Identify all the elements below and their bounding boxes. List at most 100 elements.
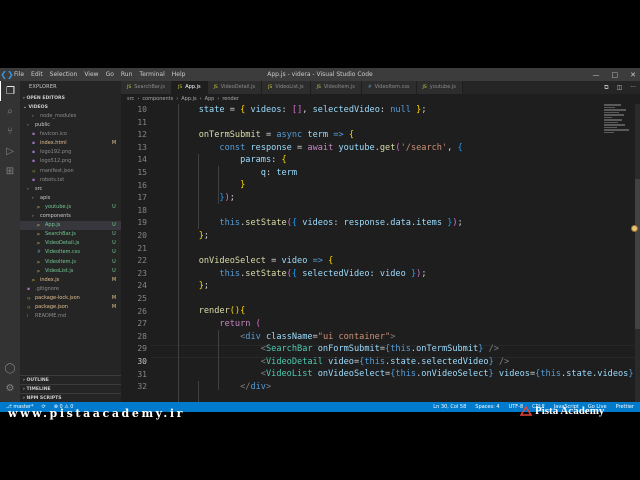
menu-run[interactable]: Run <box>121 71 133 78</box>
tree-item[interactable]: JS youtube.js U <box>20 203 121 212</box>
tab-videodetail-js[interactable]: JS VideoDetail.js <box>207 81 263 94</box>
split-editor-icon[interactable]: ◫ <box>617 84 623 91</box>
close-button[interactable]: ✕ <box>630 71 636 79</box>
tree-item[interactable]: {} package.json M <box>20 303 121 312</box>
tree-item[interactable]: JS App.js U <box>20 221 121 231</box>
menu-help[interactable]: Help <box>172 71 186 78</box>
editor-tabs: JS SearchBar.js JS App.js JS VideoDetail.js JS… <box>121 81 640 94</box>
settings-gear-icon[interactable]: ⚙ <box>0 378 20 398</box>
tree-item[interactable]: JS SearchBar.js U <box>20 230 121 239</box>
tab-youtube-js[interactable]: JS youtube.js <box>416 81 463 94</box>
source-control-icon[interactable]: ⑂ <box>0 121 20 141</box>
search-icon[interactable]: ⌕ <box>0 101 20 121</box>
code-line-17: }); <box>219 193 235 203</box>
status-item[interactable]: Prettier <box>616 404 634 410</box>
code-line-27: return ( <box>219 319 261 329</box>
git-status-badge <box>107 112 121 121</box>
tree-item[interactable]: ▪ favicon.ico <box>20 130 121 139</box>
status-item[interactable]: Spaces: 4 <box>475 404 499 410</box>
line-number: 23 <box>137 268 147 278</box>
line-number: 13 <box>137 142 147 152</box>
menu-selection[interactable]: Selection <box>50 71 78 78</box>
git-status-badge <box>107 185 121 194</box>
tree-item[interactable]: ▪ logo512.png <box>20 157 121 166</box>
tree-item-label: node_modules <box>40 113 77 119</box>
tree-item[interactable]: › apis <box>20 194 121 203</box>
tree-item[interactable]: ▪ logo192.png <box>20 148 121 157</box>
line-number: 32 <box>137 382 147 392</box>
tab-videoitem-css[interactable]: # VideoItem.css <box>361 81 417 94</box>
menu-file[interactable]: File <box>14 71 24 78</box>
npm-scripts-section[interactable]: › NPM SCRIPTS <box>20 393 121 402</box>
open-changes-icon[interactable]: ⧉ <box>604 84 608 92</box>
js-file-icon: JS <box>213 85 218 90</box>
json-file-icon: {} <box>27 295 31 300</box>
tree-item-label: index.html <box>40 140 67 147</box>
vertical-scrollbar[interactable] <box>635 104 640 402</box>
tab-videoitem-js[interactable]: JS VideoItem.js <box>310 81 362 94</box>
tab-videolist-js[interactable]: JS VideoList.js <box>262 81 311 94</box>
run-debug-icon[interactable]: ▷ <box>0 141 20 161</box>
json-file-icon: {} <box>27 304 31 309</box>
tree-item[interactable]: {} package-lock.json M <box>20 294 121 303</box>
tree-item[interactable]: # VideoItem.css U <box>20 248 121 257</box>
tree-item[interactable]: JS VideoItem.js U <box>20 258 121 267</box>
title-bar: ❮❯ File Edit Selection View Go Run Terminal Hel… <box>0 68 640 81</box>
tree-item[interactable]: JS index.js M <box>20 276 121 285</box>
extensions-icon[interactable]: ⊞ <box>0 161 20 181</box>
menu-terminal[interactable]: Terminal <box>139 71 164 78</box>
code-line-15: q: term <box>260 167 298 178</box>
tab-label: VideoDetail.js <box>220 84 256 90</box>
code-area[interactable]: state = { videos: [], selectedVideo: nul… <box>178 104 640 402</box>
tree-item[interactable]: › node_modules <box>20 112 121 121</box>
tree-item[interactable]: JS VideoList.js U <box>20 267 121 276</box>
code-line-14: params: { <box>240 155 287 166</box>
tab-app-js[interactable]: JS App.js <box>172 81 208 94</box>
menu-edit[interactable]: Edit <box>31 71 43 78</box>
line-number: 24 <box>137 281 147 291</box>
breadcrumb-item[interactable]: src <box>127 96 134 102</box>
tree-item[interactable]: ▪ .gitignore <box>20 285 121 294</box>
tree-item-label: public <box>35 122 51 129</box>
tree-item[interactable]: › public <box>20 121 121 130</box>
minimize-button[interactable]: — <box>593 71 600 79</box>
minimap[interactable] <box>604 104 632 164</box>
tab-searchbar-js[interactable]: JS SearchBar.js <box>121 81 173 94</box>
workspace-section[interactable]: ⌄ VIDEOS <box>20 103 121 112</box>
code-editor[interactable]: 10 11 12 13 14 15 16 17 18 19 20 21 22 23 24 25 26 27 28 29… <box>121 104 640 402</box>
tree-item[interactable]: JS VideoDetail.js U <box>20 239 121 248</box>
code-line-19: this.setState({ videos: response.data.it… <box>219 218 463 229</box>
folder-chevron-icon: › <box>27 123 29 129</box>
git-status-badge <box>107 212 121 221</box>
breadcrumb-item[interactable]: App.js <box>181 96 196 102</box>
tree-item[interactable]: ▪ index.html M <box>20 139 121 148</box>
line-number: 27 <box>137 319 147 329</box>
git-status-badge: M <box>111 303 117 310</box>
menu-go[interactable]: Go <box>106 71 114 78</box>
open-editors-section[interactable]: › OPEN EDITORS <box>20 94 121 103</box>
scrollbar-thumb[interactable] <box>635 179 640 329</box>
tree-item[interactable]: ▪ robots.txt <box>20 176 121 185</box>
line-number: 20 <box>137 231 147 240</box>
code-line-32: </div> <box>240 382 272 392</box>
menu-view[interactable]: View <box>84 71 98 78</box>
maximize-button[interactable]: □ <box>612 71 619 79</box>
more-actions-icon[interactable]: ··· <box>630 84 636 91</box>
outline-section[interactable]: › OUTLINE <box>20 375 121 384</box>
tree-item-label: VideoItem.js <box>45 258 76 265</box>
tree-item[interactable]: i README.md <box>20 312 121 321</box>
tree-item[interactable]: › components <box>20 212 121 221</box>
status-item[interactable]: Ln 30, Col 58 <box>433 404 466 410</box>
breadcrumb-item[interactable]: components <box>142 96 173 102</box>
breadcrumb-item[interactable]: App <box>205 96 215 102</box>
files-icon[interactable]: ❐ <box>0 81 20 101</box>
breadcrumb-item[interactable]: render <box>222 96 239 102</box>
js-file-icon: JS <box>37 204 40 209</box>
tree-item[interactable]: › src <box>20 185 121 194</box>
watermark-brand: Pista Academy <box>520 405 604 417</box>
account-icon[interactable]: ◯ <box>0 358 20 378</box>
folder-chevron-icon: › <box>27 186 29 192</box>
timeline-section[interactable]: › TIMELINE <box>20 384 121 393</box>
line-number: 29 <box>137 344 147 354</box>
tree-item[interactable]: {} manifest.json <box>20 167 121 176</box>
